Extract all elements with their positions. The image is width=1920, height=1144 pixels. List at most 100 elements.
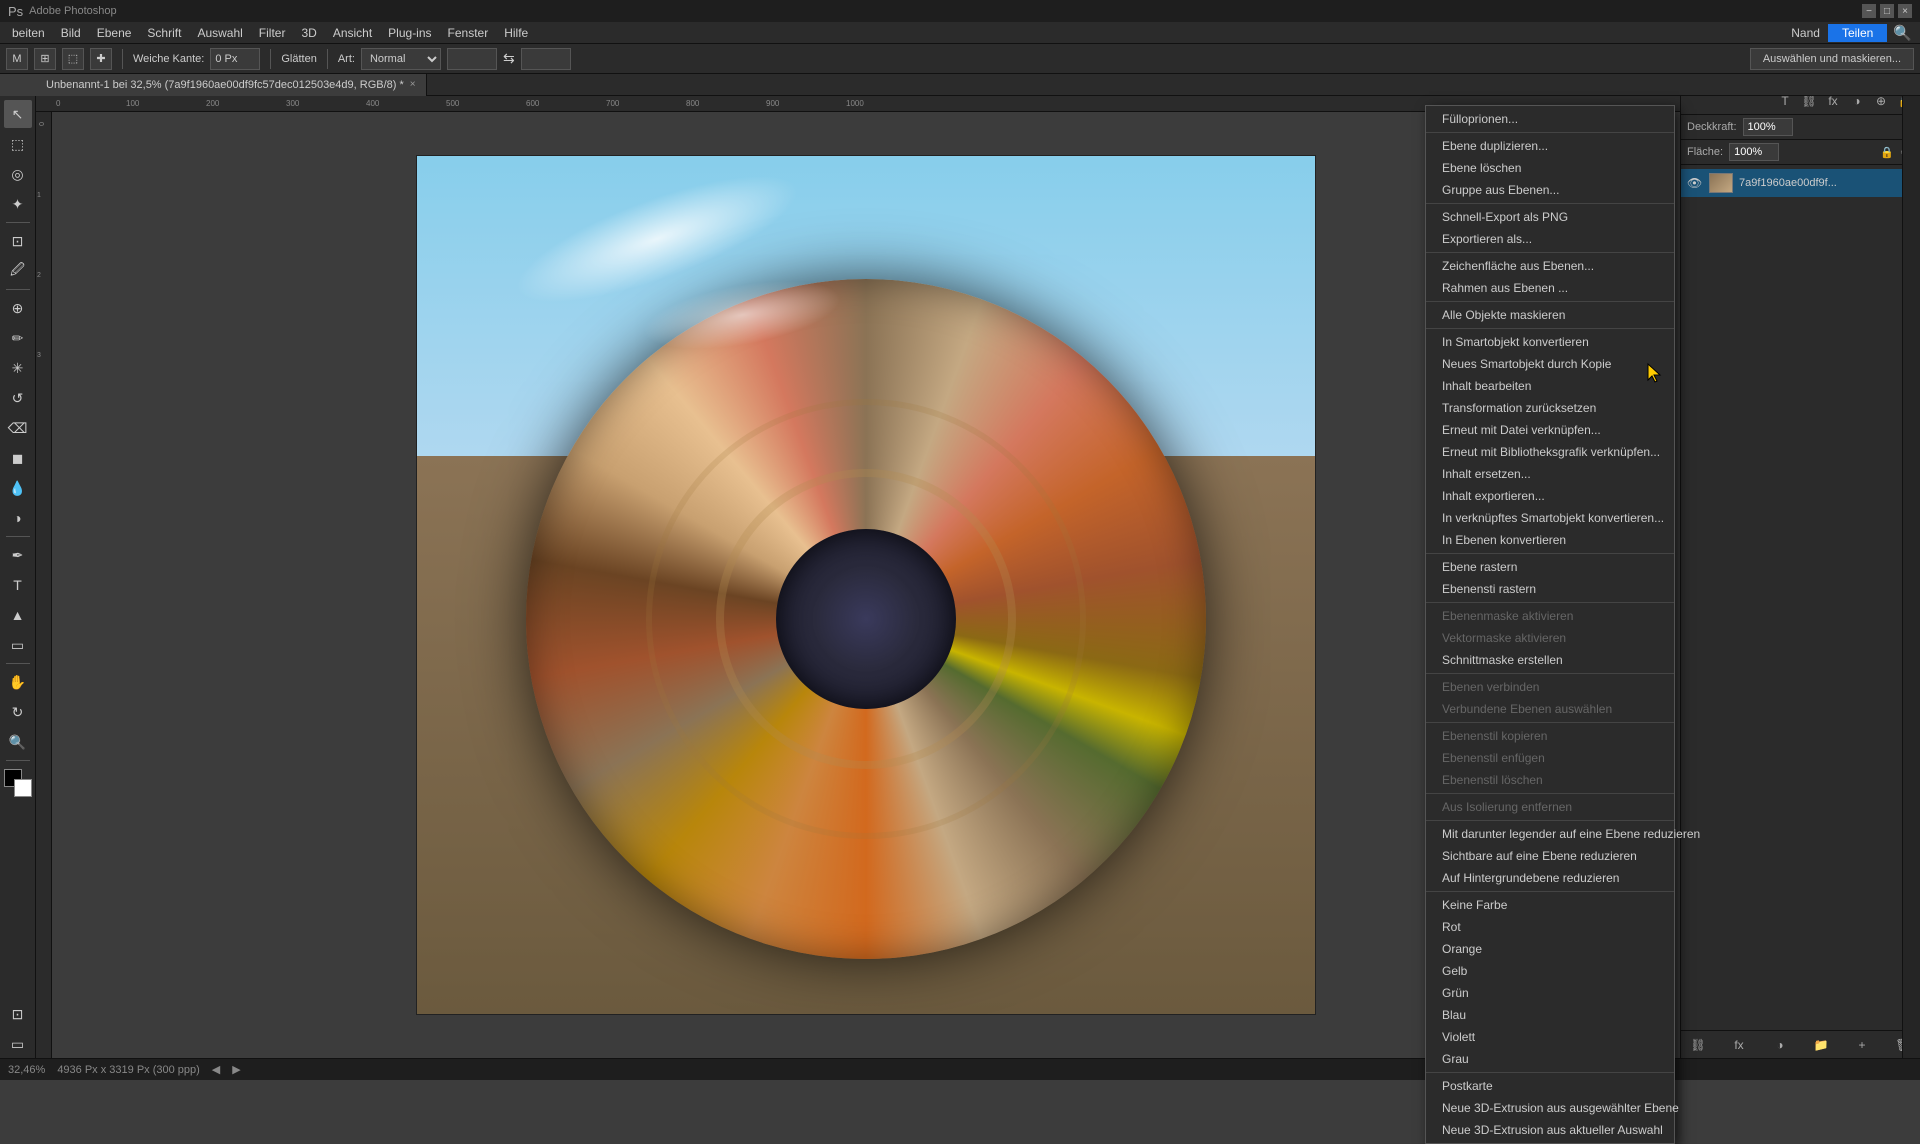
magic-wand-tool-btn[interactable]: ✦ <box>4 190 32 218</box>
ctx-erneut-datei[interactable]: Erneut mit Datei verknüpfen... <box>1426 419 1674 441</box>
status-arrow-left[interactable]: ◀ <box>212 1063 220 1076</box>
ctx-inhalt-bearbeiten[interactable]: Inhalt bearbeiten <box>1426 375 1674 397</box>
menu-3d[interactable]: 3D <box>293 24 324 42</box>
ctx-schnittmaske[interactable]: Schnittmaske erstellen <box>1426 649 1674 671</box>
ctx-transformation[interactable]: Transformation zurücksetzen <box>1426 397 1674 419</box>
ctx-gruppe-aus-ebenen[interactable]: Gruppe aus Ebenen... <box>1426 179 1674 201</box>
crop-tool-btn[interactable]: ⊡ <box>4 227 32 255</box>
type-tool-btn[interactable]: T <box>4 571 32 599</box>
clone-stamp-btn[interactable]: ✳ <box>4 354 32 382</box>
gradient-tool-btn[interactable]: ◼ <box>4 444 32 472</box>
maximize-button[interactable]: □ <box>1880 4 1894 18</box>
dodge-tool-btn[interactable]: ◑ <box>4 504 32 532</box>
tool-icon-btn4[interactable]: ✚ <box>90 48 112 70</box>
quick-mask-btn[interactable]: ⊡ <box>4 1000 32 1028</box>
lasso-tool-btn[interactable]: ◎ <box>4 160 32 188</box>
ctx-rahmen[interactable]: Rahmen aus Ebenen ... <box>1426 277 1674 299</box>
new-group-btn[interactable]: 📁 <box>1810 1034 1832 1056</box>
menu-schrift[interactable]: Schrift <box>139 24 189 42</box>
document-tab[interactable]: Unbenannt-1 bei 32,5% (7a9f1960ae00df9fc… <box>36 74 427 96</box>
opacity-input[interactable] <box>1743 118 1793 136</box>
art-select[interactable]: Normal Fest Verhältnis <box>361 48 441 70</box>
ctx-schnell-export[interactable]: Schnell-Export als PNG <box>1426 206 1674 228</box>
ctx-in-verknuepftes[interactable]: In verknüpftes Smartobjekt konvertieren.… <box>1426 507 1674 529</box>
doc-tab-close-btn[interactable]: × <box>410 79 416 90</box>
blur-tool-btn[interactable]: 💧 <box>4 474 32 502</box>
add-mask-btn[interactable]: ◑ <box>1769 1034 1791 1056</box>
menu-plugins[interactable]: Plug-ins <box>380 24 439 42</box>
swap-icon[interactable]: ⇆ <box>503 50 515 67</box>
ctx-neue-3d-auswahl[interactable]: Neue 3D-Extrusion aus aktueller Auswahl <box>1426 1119 1674 1141</box>
width-input[interactable] <box>447 48 497 70</box>
hand-tool-btn[interactable]: ✋ <box>4 668 32 696</box>
menu-auswahl[interactable]: Auswahl <box>189 24 250 42</box>
ctx-blau[interactable]: Blau <box>1426 1004 1674 1026</box>
ctx-inhalt-ersetzen[interactable]: Inhalt ersetzen... <box>1426 463 1674 485</box>
share-button[interactable]: Teilen <box>1828 24 1887 42</box>
selection-tool-btn[interactable]: ⬚ <box>4 130 32 158</box>
ctx-ebene-duplizieren[interactable]: Ebene duplizieren... <box>1426 135 1674 157</box>
ctx-erneut-bibliothek[interactable]: Erneut mit Bibliotheksgrafik verknüpfen.… <box>1426 441 1674 463</box>
ctx-fulloptionen[interactable]: Fülloprionen... <box>1426 108 1674 130</box>
pen-tool-btn[interactable]: ✒ <box>4 541 32 569</box>
move-tool-btn[interactable]: ↖ <box>4 100 32 128</box>
ctx-gelb[interactable]: Gelb <box>1426 960 1674 982</box>
ctx-alle-objekte[interactable]: Alle Objekte maskieren <box>1426 304 1674 326</box>
eyedropper-tool-btn[interactable]: 🖉 <box>4 257 32 285</box>
rotate-view-btn[interactable]: ↻ <box>4 698 32 726</box>
ctx-violett[interactable]: Violett <box>1426 1026 1674 1048</box>
flache-input[interactable] <box>1729 143 1779 161</box>
weiche-kante-input[interactable] <box>210 48 260 70</box>
ctx-neue-3d[interactable]: Neue 3D-Extrusion aus ausgewählter Ebene <box>1426 1097 1674 1119</box>
ctx-gruen[interactable]: Grün <box>1426 982 1674 1004</box>
status-arrow-right[interactable]: ▶ <box>232 1063 240 1076</box>
menu-beiten[interactable]: beiten <box>4 24 53 42</box>
ctx-zeichenflaeche[interactable]: Zeichenfläche aus Ebenen... <box>1426 255 1674 277</box>
ctx-ebene-loeschen[interactable]: Ebene löschen <box>1426 157 1674 179</box>
heal-tool-btn[interactable]: ⊕ <box>4 294 32 322</box>
shape-tool-btn[interactable]: ▭ <box>4 631 32 659</box>
ctx-orange[interactable]: Orange <box>1426 938 1674 960</box>
background-color[interactable] <box>14 779 32 797</box>
ctx-ebene-rastern[interactable]: Ebene rastern <box>1426 556 1674 578</box>
close-button[interactable]: × <box>1898 4 1912 18</box>
ctx-inhalt-exportieren[interactable]: Inhalt exportieren... <box>1426 485 1674 507</box>
history-brush-btn[interactable]: ↺ <box>4 384 32 412</box>
menu-filter[interactable]: Filter <box>251 24 294 42</box>
ctx-sichtbare[interactable]: Sichtbare auf eine Ebene reduzieren <box>1426 845 1674 867</box>
ctx-in-smart[interactable]: In Smartobjekt konvertieren <box>1426 331 1674 353</box>
color-swatches[interactable] <box>4 769 32 797</box>
menu-bild[interactable]: Bild <box>53 24 89 42</box>
eraser-tool-btn[interactable]: ⌫ <box>4 414 32 442</box>
add-style-btn[interactable]: fx <box>1728 1034 1750 1056</box>
height-input[interactable] <box>521 48 571 70</box>
ctx-postkarte[interactable]: Postkarte <box>1426 1075 1674 1097</box>
ctx-in-ebenen[interactable]: In Ebenen konvertieren <box>1426 529 1674 551</box>
screen-mode-btn[interactable]: ▭ <box>4 1030 32 1058</box>
tool-icon-btn3[interactable]: ⬚ <box>62 48 84 70</box>
menu-ansicht[interactable]: Ansicht <box>325 24 380 42</box>
search-icon[interactable]: 🔍 <box>1893 24 1912 42</box>
new-layer-btn[interactable]: + <box>1851 1034 1873 1056</box>
ctx-mit-darunter[interactable]: Mit darunter legender auf eine Ebene red… <box>1426 823 1674 845</box>
link-layers-btn[interactable]: ⛓ <box>1687 1034 1709 1056</box>
ctx-rot[interactable]: Rot <box>1426 916 1674 938</box>
menu-hilfe[interactable]: Hilfe <box>496 24 536 42</box>
tool-select-btn[interactable]: M <box>6 48 28 70</box>
auswaehlen-maskieren-button[interactable]: Auswählen und maskieren... <box>1750 48 1914 70</box>
minimize-button[interactable]: − <box>1862 4 1876 18</box>
ctx-ebenenstil-rastern[interactable]: Ebenensti rastern <box>1426 578 1674 600</box>
ctx-keine-farbe[interactable]: Keine Farbe <box>1426 894 1674 916</box>
brush-tool-btn[interactable]: ✏ <box>4 324 32 352</box>
ctx-grau[interactable]: Grau <box>1426 1048 1674 1070</box>
menu-ebene[interactable]: Ebene <box>89 24 140 42</box>
ctx-neues-smart[interactable]: Neues Smartobjekt durch Kopie <box>1426 353 1674 375</box>
path-select-btn[interactable]: ▲ <box>4 601 32 629</box>
zoom-tool-btn[interactable]: 🔍 <box>4 728 32 756</box>
ctx-auf-hintergrund[interactable]: Auf Hintergrundebene reduzieren <box>1426 867 1674 889</box>
tool-icon-btn2[interactable]: ⊞ <box>34 48 56 70</box>
layer-row-smart-object[interactable]: 👁 7a9f1960ae00df9f... <box>1681 169 1920 197</box>
ctx-exportieren-als[interactable]: Exportieren als... <box>1426 228 1674 250</box>
menu-fenster[interactable]: Fenster <box>440 24 497 42</box>
layer-eye-icon[interactable]: 👁 <box>1687 176 1703 190</box>
